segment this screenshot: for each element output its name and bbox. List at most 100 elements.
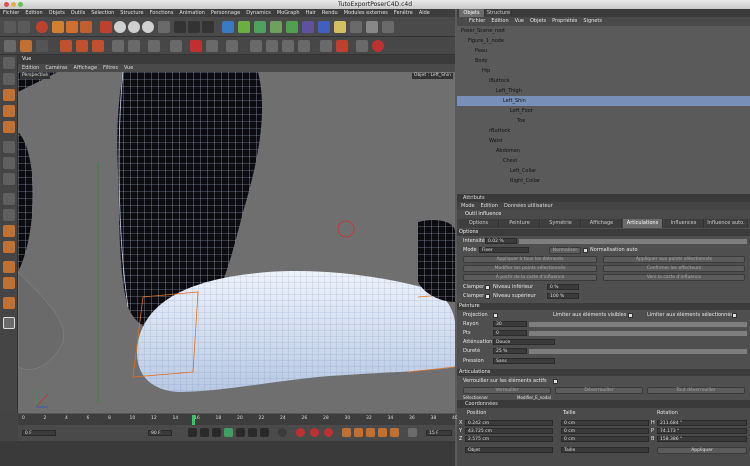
solo-icon[interactable]	[3, 193, 15, 205]
clamp-upper-checkbox[interactable]	[485, 294, 490, 299]
brush-icon[interactable]	[336, 40, 348, 52]
python-icon[interactable]	[382, 21, 394, 33]
tree-row[interactable]: Hip	[457, 66, 750, 76]
render-picture-icon[interactable]	[188, 21, 200, 33]
clamp-upper-field[interactable]: 100 %	[547, 293, 579, 299]
layers-icon[interactable]	[206, 40, 218, 52]
mode-dropdown[interactable]: Fixer	[479, 247, 529, 253]
attr-menu-donnees[interactable]: Données utilisateur	[504, 202, 553, 210]
menu-edition[interactable]: Edition	[25, 9, 42, 17]
coord-mode-dropdown[interactable]: Objet	[465, 447, 553, 453]
keyframe-selection-icon[interactable]	[324, 428, 333, 437]
points-mode-icon[interactable]	[60, 40, 72, 52]
viewport-menu-vue[interactable]: Vue	[124, 64, 133, 72]
tree-row[interactable]: Peau	[457, 46, 750, 56]
tree-row[interactable]: lButtock	[457, 76, 750, 86]
magnet-icon[interactable]	[320, 40, 332, 52]
viewport-menu-cameras[interactable]: Caméras	[45, 64, 67, 72]
light-icon[interactable]	[334, 21, 346, 33]
cube-primitive-icon[interactable]	[222, 21, 234, 33]
next-frame-icon[interactable]	[236, 428, 245, 437]
normalize-auto-checkbox[interactable]	[583, 248, 588, 253]
prev-frame-icon[interactable]	[212, 428, 221, 437]
hair-icon[interactable]	[366, 21, 378, 33]
nurbs-icon[interactable]	[238, 21, 250, 33]
checker-icon[interactable]	[3, 173, 15, 185]
object-tree[interactable]: Poser_Scene_root Figure_1_node Peau Body Hip…	[457, 26, 750, 194]
limit-selected-checkbox[interactable]	[732, 313, 737, 318]
tab-influence-auto[interactable]: Influence auto.	[705, 219, 748, 228]
hypernurbs-icon[interactable]	[254, 21, 266, 33]
quantize-icon[interactable]	[170, 40, 182, 52]
size-x-field[interactable]: 0 cm	[561, 420, 649, 426]
lock-workplane-icon[interactable]	[190, 40, 202, 52]
scale-tool-icon[interactable]	[66, 21, 78, 33]
key-param-icon[interactable]	[378, 428, 387, 437]
tab-articulations[interactable]: Articulations	[623, 219, 663, 228]
object-axis-icon[interactable]	[3, 73, 15, 85]
menu-personnage[interactable]: Personnage	[211, 9, 240, 17]
close-window-icon[interactable]	[4, 2, 9, 7]
rotation-h-field[interactable]: 211.684 °	[657, 420, 747, 426]
clamp-lower-checkbox[interactable]	[485, 285, 490, 290]
attr-menu-edition[interactable]: Edition	[481, 202, 498, 210]
timeline-ruler[interactable]: 0 2 4 6 8 10 12 14 16 18 20 22 24 26 28 30 32 34 36 38 40	[18, 413, 458, 425]
undo-icon[interactable]	[4, 21, 16, 33]
rotate-tool-icon[interactable]	[80, 21, 92, 33]
symmetry-icon[interactable]	[3, 261, 15, 273]
menu-objets[interactable]: Objets	[49, 9, 65, 17]
tree-row[interactable]: Left_Shin	[457, 96, 750, 106]
key-rotation-icon[interactable]	[366, 428, 375, 437]
viewport-layout-icon[interactable]	[3, 317, 15, 329]
redo-icon[interactable]	[18, 21, 30, 33]
tree-row[interactable]: Toe	[457, 116, 750, 126]
tree-row[interactable]: Waist	[457, 136, 750, 146]
obj-menu-objets[interactable]: Objets	[530, 17, 546, 26]
durete-field[interactable]: 25 %	[493, 348, 527, 354]
joint-tool-icon[interactable]	[250, 40, 262, 52]
apply-all-button[interactable]: Appliquer à tous les éléments	[463, 256, 597, 263]
next-key-icon[interactable]	[248, 428, 257, 437]
menu-selection[interactable]: Sélection	[91, 9, 114, 17]
apply-selected-button[interactable]: Appliquer aux points sélectionnés	[603, 256, 745, 263]
section-peinture[interactable]: Peinture	[457, 303, 750, 310]
3d-viewport[interactable]: Perspective Objet : Left_Shin	[18, 72, 455, 413]
uv-polygons-icon[interactable]	[3, 157, 15, 169]
array-icon[interactable]	[270, 21, 282, 33]
tree-row[interactable]: Right_Collar	[457, 176, 750, 186]
lock-button[interactable]: Verrouiller	[463, 387, 551, 394]
menu-mograph[interactable]: MoGraph	[277, 9, 300, 17]
key-pla-icon[interactable]	[390, 428, 399, 437]
tab-symetrie[interactable]: Symétrie	[541, 219, 581, 228]
intensity-field[interactable]: 0.02 %	[485, 238, 517, 244]
make-editable-icon[interactable]	[4, 40, 16, 52]
tree-row[interactable]: rButtock	[457, 126, 750, 136]
tweak-icon[interactable]	[3, 225, 15, 237]
confirm-effectors-button[interactable]: Confirmer les effecteurs	[603, 265, 745, 272]
coordinate-system-icon[interactable]	[158, 21, 170, 33]
lock-x-icon[interactable]	[100, 21, 112, 33]
apply-button[interactable]: Appliquer	[657, 447, 747, 454]
edges-mode-icon[interactable]	[76, 40, 88, 52]
tab-influences[interactable]: Influences	[664, 219, 704, 228]
menu-hair[interactable]: Hair	[306, 9, 316, 17]
edges-tool-icon[interactable]	[3, 105, 15, 117]
tree-row[interactable]: Left_Thigh	[457, 86, 750, 96]
weight-tool-icon[interactable]	[282, 40, 294, 52]
limit-visible-checkbox[interactable]	[628, 313, 633, 318]
menu-aide[interactable]: Aide	[419, 9, 430, 17]
axis-y-icon[interactable]	[128, 21, 140, 33]
key-scale-icon[interactable]	[354, 428, 363, 437]
unlock-button[interactable]: Déverrouiller	[555, 387, 643, 394]
modify-points-button[interactable]: Modifier les points sélectionnés	[463, 265, 597, 272]
axis-x-icon[interactable]	[114, 21, 126, 33]
tab-affichage[interactable]: Affichage	[582, 219, 622, 228]
menu-dynamics[interactable]: Dynamics	[246, 9, 271, 17]
obj-menu-edition[interactable]: Edition	[491, 17, 508, 26]
info-icon[interactable]	[356, 40, 368, 52]
object-mode-icon[interactable]	[20, 40, 32, 52]
move-tool-icon[interactable]	[52, 21, 64, 33]
rotation-b-field[interactable]: 158.386 °	[657, 436, 747, 442]
position-y-field[interactable]: 43.725 cm	[465, 428, 553, 434]
attr-menu-mode[interactable]: Mode	[461, 202, 475, 210]
